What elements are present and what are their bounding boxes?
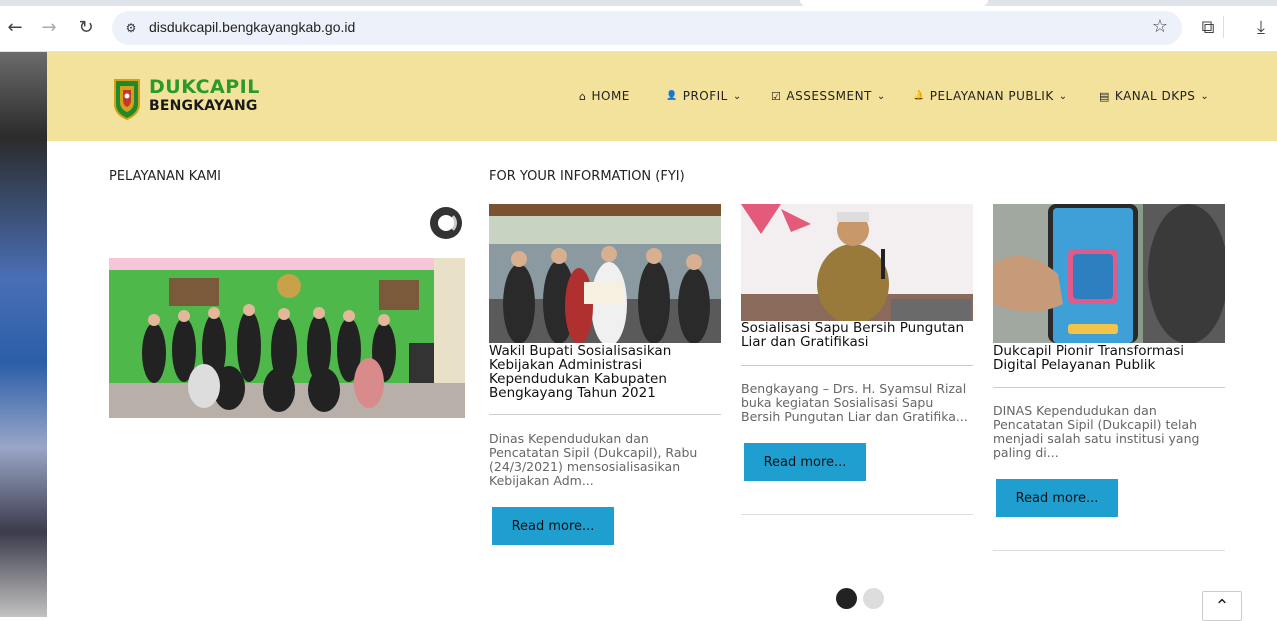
tab-strip	[0, 0, 1277, 6]
read-more-button[interactable]: Read more...	[492, 507, 614, 545]
news-card-image[interactable]	[993, 204, 1225, 343]
news-card-image[interactable]	[489, 204, 721, 343]
fyi-section-title: FOR YOUR INFORMATION (FYI)	[489, 169, 685, 184]
menu-item-pelayanan-publik[interactable]: 🔔 PELAYANAN PUBLIK ⌄	[913, 89, 1068, 103]
main-menu: ⌂ HOME 👤 PROFIL ⌄ ☑ ASSESSMENT ⌄ 🔔 PELAY…	[47, 89, 1277, 109]
services-section-title: PELAYANAN KAMI	[109, 169, 222, 184]
chevron-down-icon: ⌄	[732, 90, 742, 102]
extensions-icon[interactable]: ⧉	[1197, 16, 1219, 38]
card-bottom-divider	[741, 514, 973, 515]
home-icon: ⌂	[579, 89, 587, 103]
database-icon: ▤	[1099, 89, 1110, 103]
news-card-excerpt: Dinas Kependudukan dan Pencatatan Sipil …	[489, 431, 698, 488]
card-bottom-divider	[993, 550, 1225, 551]
menu-item-label: HOME	[591, 89, 630, 103]
address-bar[interactable]: ⚙ disdukcapil.bengkayangkab.go.id ☆	[112, 11, 1182, 45]
bell-icon: 🔔	[913, 91, 925, 101]
news-card-title[interactable]: Wakil Bupati Sosialisasikan Kebijakan Ad…	[489, 344, 721, 400]
carousel-dot-2[interactable]	[863, 588, 884, 609]
menu-item-assessment[interactable]: ☑ ASSESSMENT ⌄	[771, 89, 886, 103]
read-more-button[interactable]: Read more...	[996, 479, 1118, 517]
toolbar-divider	[1223, 16, 1224, 38]
checkbox-icon: ☑	[771, 89, 782, 103]
menu-item-label: ASSESSMENT	[786, 89, 872, 103]
news-card-title[interactable]: Sosialisasi Sapu Bersih Pungutan Liar da…	[741, 321, 973, 349]
site-header: DUKCAPIL BENGKAYANG ⌂ HOME 👤 PROFIL ⌄ ☑ …	[47, 52, 1277, 141]
chevron-down-icon: ⌄	[876, 90, 886, 102]
bookmark-star-icon[interactable]: ☆	[1152, 16, 1168, 37]
menu-item-label: PELAYANAN PUBLIK	[929, 89, 1054, 103]
slideshow-pause-icon[interactable]	[430, 207, 462, 239]
group-photo-image	[109, 258, 465, 418]
services-slideshow-image[interactable]	[109, 258, 465, 418]
forward-icon[interactable]: →	[38, 16, 60, 38]
carousel-dot-1[interactable]	[836, 588, 857, 609]
reload-icon[interactable]: ↻	[75, 16, 97, 38]
chevron-down-icon: ⌄	[1058, 90, 1068, 102]
site-info-icon[interactable]: ⚙	[122, 19, 140, 37]
card-divider	[741, 365, 973, 366]
browser-toolbar: ← → ↻ ⚙ disdukcapil.bengkayangkab.go.id …	[0, 0, 1277, 52]
menu-item-profil[interactable]: 👤 PROFIL ⌄	[666, 89, 742, 103]
active-tab[interactable]	[800, 0, 988, 6]
back-icon[interactable]: ←	[4, 16, 26, 38]
news-card-image[interactable]	[741, 204, 973, 321]
carousel-pagination	[836, 588, 884, 609]
news-card-title[interactable]: Dukcapil Pionir Transformasi Digital Pel…	[993, 344, 1225, 372]
chevron-down-icon: ⌄	[1200, 90, 1210, 102]
chevron-up-icon: ⌃	[1214, 595, 1230, 617]
menu-item-kanal-dkps[interactable]: ▤ KANAL DKPS ⌄	[1099, 89, 1209, 103]
news-card-excerpt: Bengkayang – Drs. H. Syamsul Rizal buka …	[741, 381, 968, 424]
news-card-excerpt: DINAS Kependudukan dan Pencatatan Sipil …	[993, 403, 1200, 460]
url-text[interactable]: disdukcapil.bengkayangkab.go.id	[149, 19, 355, 35]
card-divider	[489, 414, 721, 415]
menu-item-label: KANAL DKPS	[1114, 89, 1196, 103]
menu-item-label: PROFIL	[682, 89, 728, 103]
read-more-button[interactable]: Read more...	[744, 443, 866, 481]
card-divider	[993, 387, 1225, 388]
menu-item-home[interactable]: ⌂ HOME	[579, 89, 630, 103]
user-icon: 👤	[666, 91, 678, 101]
background-blur-strip	[0, 52, 47, 617]
download-icon[interactable]: ⤓	[1250, 16, 1272, 38]
